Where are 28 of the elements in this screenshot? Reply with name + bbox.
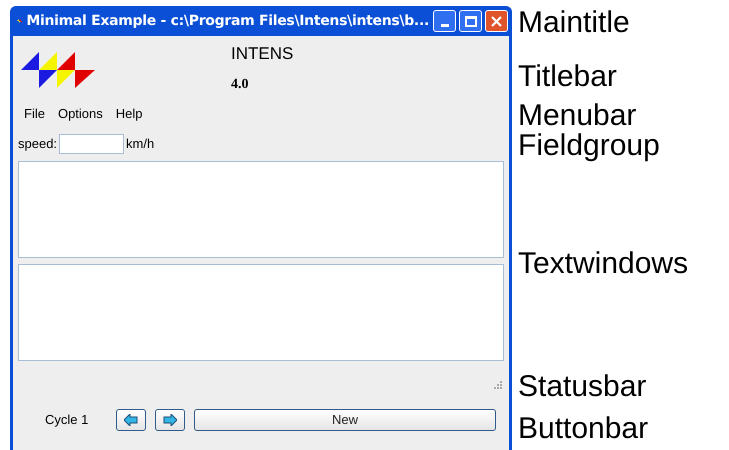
version-label: 4.0 [231,76,250,94]
window-title: Minimal Example - c:\Program Files\Intens\intens\b... [26,12,429,30]
menu-item[interactable]: Options [54,104,107,124]
close-icon [491,16,502,26]
unit-label: km/h [126,134,154,153]
annotation-label: Maintitle [518,8,631,38]
new-button[interactable]: New [194,408,496,430]
menu-item[interactable]: Help [112,104,147,124]
speed-field[interactable] [59,134,124,154]
left-arrow-icon [124,414,138,426]
right-arrow-icon [163,414,177,426]
field-label: speed: [18,134,58,153]
annotation-label: Textwindows [518,249,688,279]
cycle-label: Cycle 1 [45,410,90,429]
close-button[interactable] [485,10,508,32]
annotation-label: Buttonbar [518,414,650,444]
logo-icon [21,52,97,90]
minimize-button[interactable] [433,10,456,32]
forward-button[interactable] [155,408,185,430]
annotation-label: Statusbar [518,372,648,402]
annotation-label: Fieldgroup [518,131,661,161]
maximize-button[interactable] [459,10,482,32]
back-button[interactable] [116,408,146,430]
annotation-label: Menubar [518,101,638,131]
resize-grip-icon [494,380,502,388]
product-name: INTENS [231,44,294,64]
menu-item[interactable]: File [20,104,49,124]
annotation-label: Titlebar [518,62,618,92]
